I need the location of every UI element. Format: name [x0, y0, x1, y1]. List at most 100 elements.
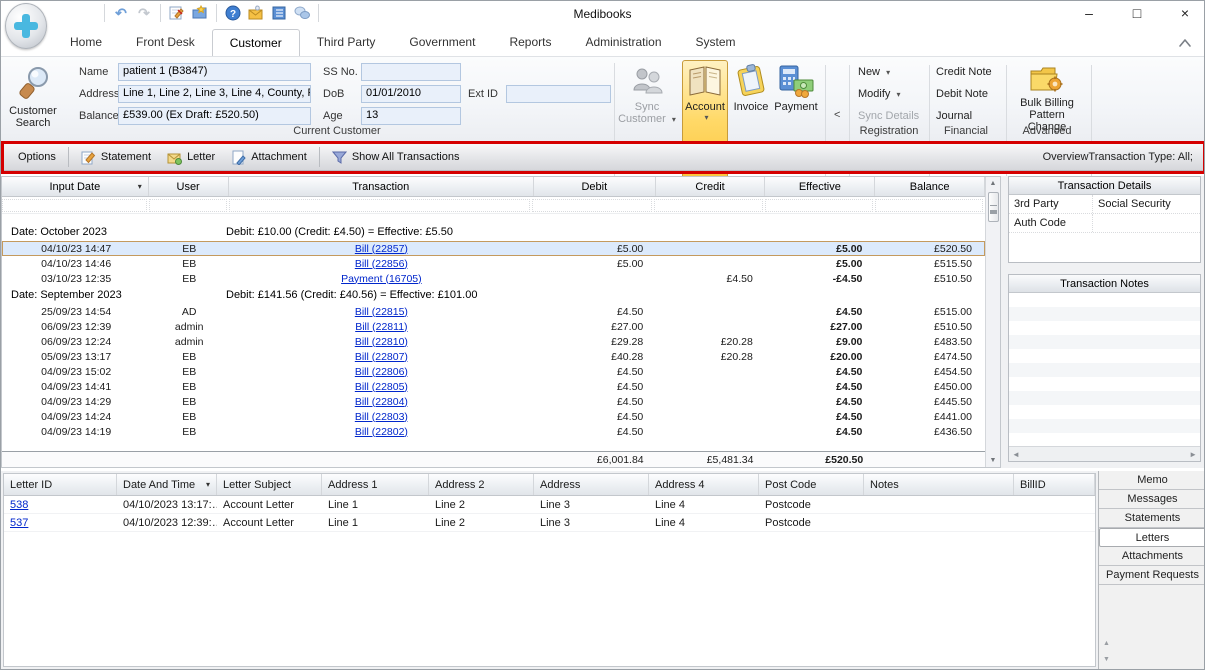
filter-cell-balance[interactable] [875, 199, 983, 212]
close-button[interactable]: × [1174, 3, 1196, 23]
scroll-down-icon[interactable]: ▼ [990, 454, 997, 467]
new-menu-item[interactable]: New ▾ [858, 64, 932, 80]
transaction-row[interactable]: 06/09/23 12:39adminBill (22811)£27.00£27… [2, 319, 985, 334]
transaction-row[interactable]: 04/10/23 14:46EBBill (22856)£5.00£5.00£5… [2, 256, 985, 271]
sidebar-item-attachments[interactable]: Attachments [1099, 547, 1205, 566]
dob-field[interactable]: 01/01/2010 [361, 85, 461, 103]
vertical-scrollbar[interactable]: ▲ ▼ [985, 177, 1000, 467]
transaction-link[interactable]: Bill (22815) [355, 306, 408, 318]
filter-cell-effective[interactable] [765, 199, 873, 212]
address-field[interactable]: Line 1, Line 2, Line 3, Line 4, County, … [118, 85, 311, 103]
filter-dropdown-icon[interactable]: ▾ [138, 182, 142, 191]
filter-cell-input-date[interactable] [2, 199, 147, 212]
extid-field[interactable] [506, 85, 611, 103]
transaction-link[interactable]: Payment (16705) [341, 273, 422, 285]
column-header-billid[interactable]: BillID [1014, 474, 1095, 495]
column-header-date-and-time[interactable]: Date And Time▾ [117, 474, 217, 495]
transaction-row[interactable]: 05/09/23 13:17EBBill (22807)£40.28£20.28… [2, 349, 985, 364]
column-header-transaction[interactable]: Transaction [229, 177, 534, 196]
attachment-button[interactable]: Attachment [223, 147, 315, 168]
transaction-link[interactable]: Bill (22804) [355, 396, 408, 408]
transaction-link[interactable]: Bill (22857) [355, 243, 408, 255]
scrollbar-thumb[interactable] [988, 192, 999, 222]
scroll-right-icon[interactable]: ► [1189, 450, 1197, 459]
scroll-up-icon[interactable]: ▲ [990, 177, 997, 190]
column-header-user[interactable]: User [149, 177, 229, 196]
scroll-up-icon[interactable]: ▲ [1103, 640, 1110, 647]
name-field[interactable]: patient 1 (B3847) [118, 63, 311, 81]
filter-cell-user[interactable] [149, 199, 228, 212]
tab-third-party[interactable]: Third Party [300, 29, 393, 56]
column-header-credit[interactable]: Credit [656, 177, 766, 196]
sidebar-item-memo[interactable]: Memo [1099, 471, 1205, 490]
transaction-row[interactable]: 04/09/23 14:41EBBill (22805)£4.50£4.50£4… [2, 379, 985, 394]
ssno-field[interactable] [361, 63, 461, 81]
transaction-row[interactable]: 06/09/23 12:24adminBill (22810)£29.28£20… [2, 334, 985, 349]
transaction-link[interactable]: Bill (22807) [355, 351, 408, 363]
column-header-debit[interactable]: Debit [534, 177, 656, 196]
transaction-row[interactable]: 25/09/23 14:54ADBill (22815)£4.50£4.50£5… [2, 304, 985, 319]
transaction-link[interactable]: Bill (22806) [355, 366, 408, 378]
filter-cell-transaction[interactable] [229, 199, 530, 212]
tab-administration[interactable]: Administration [568, 29, 678, 56]
maximize-button[interactable]: □ [1126, 3, 1148, 23]
tab-system[interactable]: System [679, 29, 753, 56]
column-header-balance[interactable]: Balance [875, 177, 985, 196]
letter-button[interactable]: Letter [159, 147, 223, 168]
modify-menu-item[interactable]: Modify ▾ [858, 86, 932, 102]
letter-row[interactable]: 53804/10/2023 13:17:…Account LetterLine … [4, 496, 1095, 514]
column-header-address-4[interactable]: Address 4 [649, 474, 759, 495]
journal-menu-item[interactable]: Journal [936, 108, 1010, 124]
filter-cell-debit[interactable] [532, 199, 652, 212]
column-header-letter-subject[interactable]: Letter Subject [217, 474, 322, 495]
transaction-row[interactable]: 04/09/23 14:24EBBill (22803)£4.50£4.50£4… [2, 409, 985, 424]
transaction-link[interactable]: Bill (22803) [355, 411, 408, 423]
column-header-address-2[interactable]: Address 2 [429, 474, 534, 495]
filter-dropdown-icon[interactable]: ▾ [206, 480, 210, 489]
column-header-notes[interactable]: Notes [864, 474, 1014, 495]
column-header-letter-id[interactable]: Letter ID [4, 474, 117, 495]
minimize-button[interactable]: – [1078, 3, 1100, 23]
horizontal-scrollbar[interactable]: ◄ ► [1009, 446, 1200, 461]
transaction-row[interactable]: 03/10/23 12:35EBPayment (16705)£4.50-£4.… [2, 271, 985, 286]
letter-id-link[interactable]: 538 [10, 499, 28, 511]
collapse-group-button[interactable]: < [830, 105, 844, 125]
sidebar-item-messages[interactable]: Messages [1099, 490, 1205, 509]
tab-reports[interactable]: Reports [492, 29, 568, 56]
transaction-link[interactable]: Bill (22811) [355, 321, 407, 333]
letter-id-link[interactable]: 537 [10, 517, 28, 529]
age-field[interactable]: 13 [361, 107, 461, 125]
credit-note-menu-item[interactable]: Credit Note [936, 64, 1010, 80]
letter-row[interactable]: 53704/10/2023 12:39:…Account LetterLine … [4, 514, 1095, 532]
transaction-link[interactable]: Bill (22810) [355, 336, 408, 348]
tab-government[interactable]: Government [392, 29, 492, 56]
transaction-row[interactable]: 04/10/23 14:47EBBill (22857)£5.00£5.00£5… [2, 241, 985, 256]
sidebar-item-letters[interactable]: Letters [1099, 528, 1205, 547]
transaction-row[interactable]: 04/09/23 14:29EBBill (22804)£4.50£4.50£4… [2, 394, 985, 409]
balance-field[interactable]: £539.00 (Ex Draft: £520.50) [118, 107, 311, 125]
transaction-link[interactable]: Bill (22856) [355, 258, 408, 270]
sync-details-menu-item[interactable]: Sync Details [858, 108, 932, 124]
column-header-address-1[interactable]: Address 1 [322, 474, 429, 495]
transaction-row[interactable]: 04/09/23 14:19EBBill (22802)£4.50£4.50£4… [2, 424, 985, 439]
sidebar-item-statements[interactable]: Statements [1099, 509, 1205, 528]
debit-note-menu-item[interactable]: Debit Note [936, 86, 1010, 102]
app-menu-button[interactable] [5, 3, 47, 49]
transaction-link[interactable]: Bill (22805) [355, 381, 408, 393]
filter-cell-credit[interactable] [654, 199, 762, 212]
ribbon-collapse-icon[interactable] [1178, 37, 1194, 51]
column-header-address[interactable]: Address [534, 474, 649, 495]
column-header-post-code[interactable]: Post Code [759, 474, 864, 495]
statement-button[interactable]: Statement [73, 147, 159, 168]
options-button[interactable]: Options [10, 148, 64, 166]
transaction-link[interactable]: Bill (22802) [355, 426, 408, 438]
show-all-transactions-button[interactable]: Show All Transactions [324, 147, 468, 168]
column-header-input-date[interactable]: Input Date▾ [2, 177, 149, 196]
scroll-down-icon[interactable]: ▼ [1103, 656, 1110, 663]
tab-home[interactable]: Home [53, 29, 119, 56]
scroll-left-icon[interactable]: ◄ [1012, 450, 1020, 459]
column-header-effective[interactable]: Effective [765, 177, 875, 196]
tab-customer[interactable]: Customer [212, 29, 300, 56]
tab-front-desk[interactable]: Front Desk [119, 29, 212, 56]
sidebar-item-payment-requests[interactable]: Payment Requests [1099, 566, 1205, 585]
